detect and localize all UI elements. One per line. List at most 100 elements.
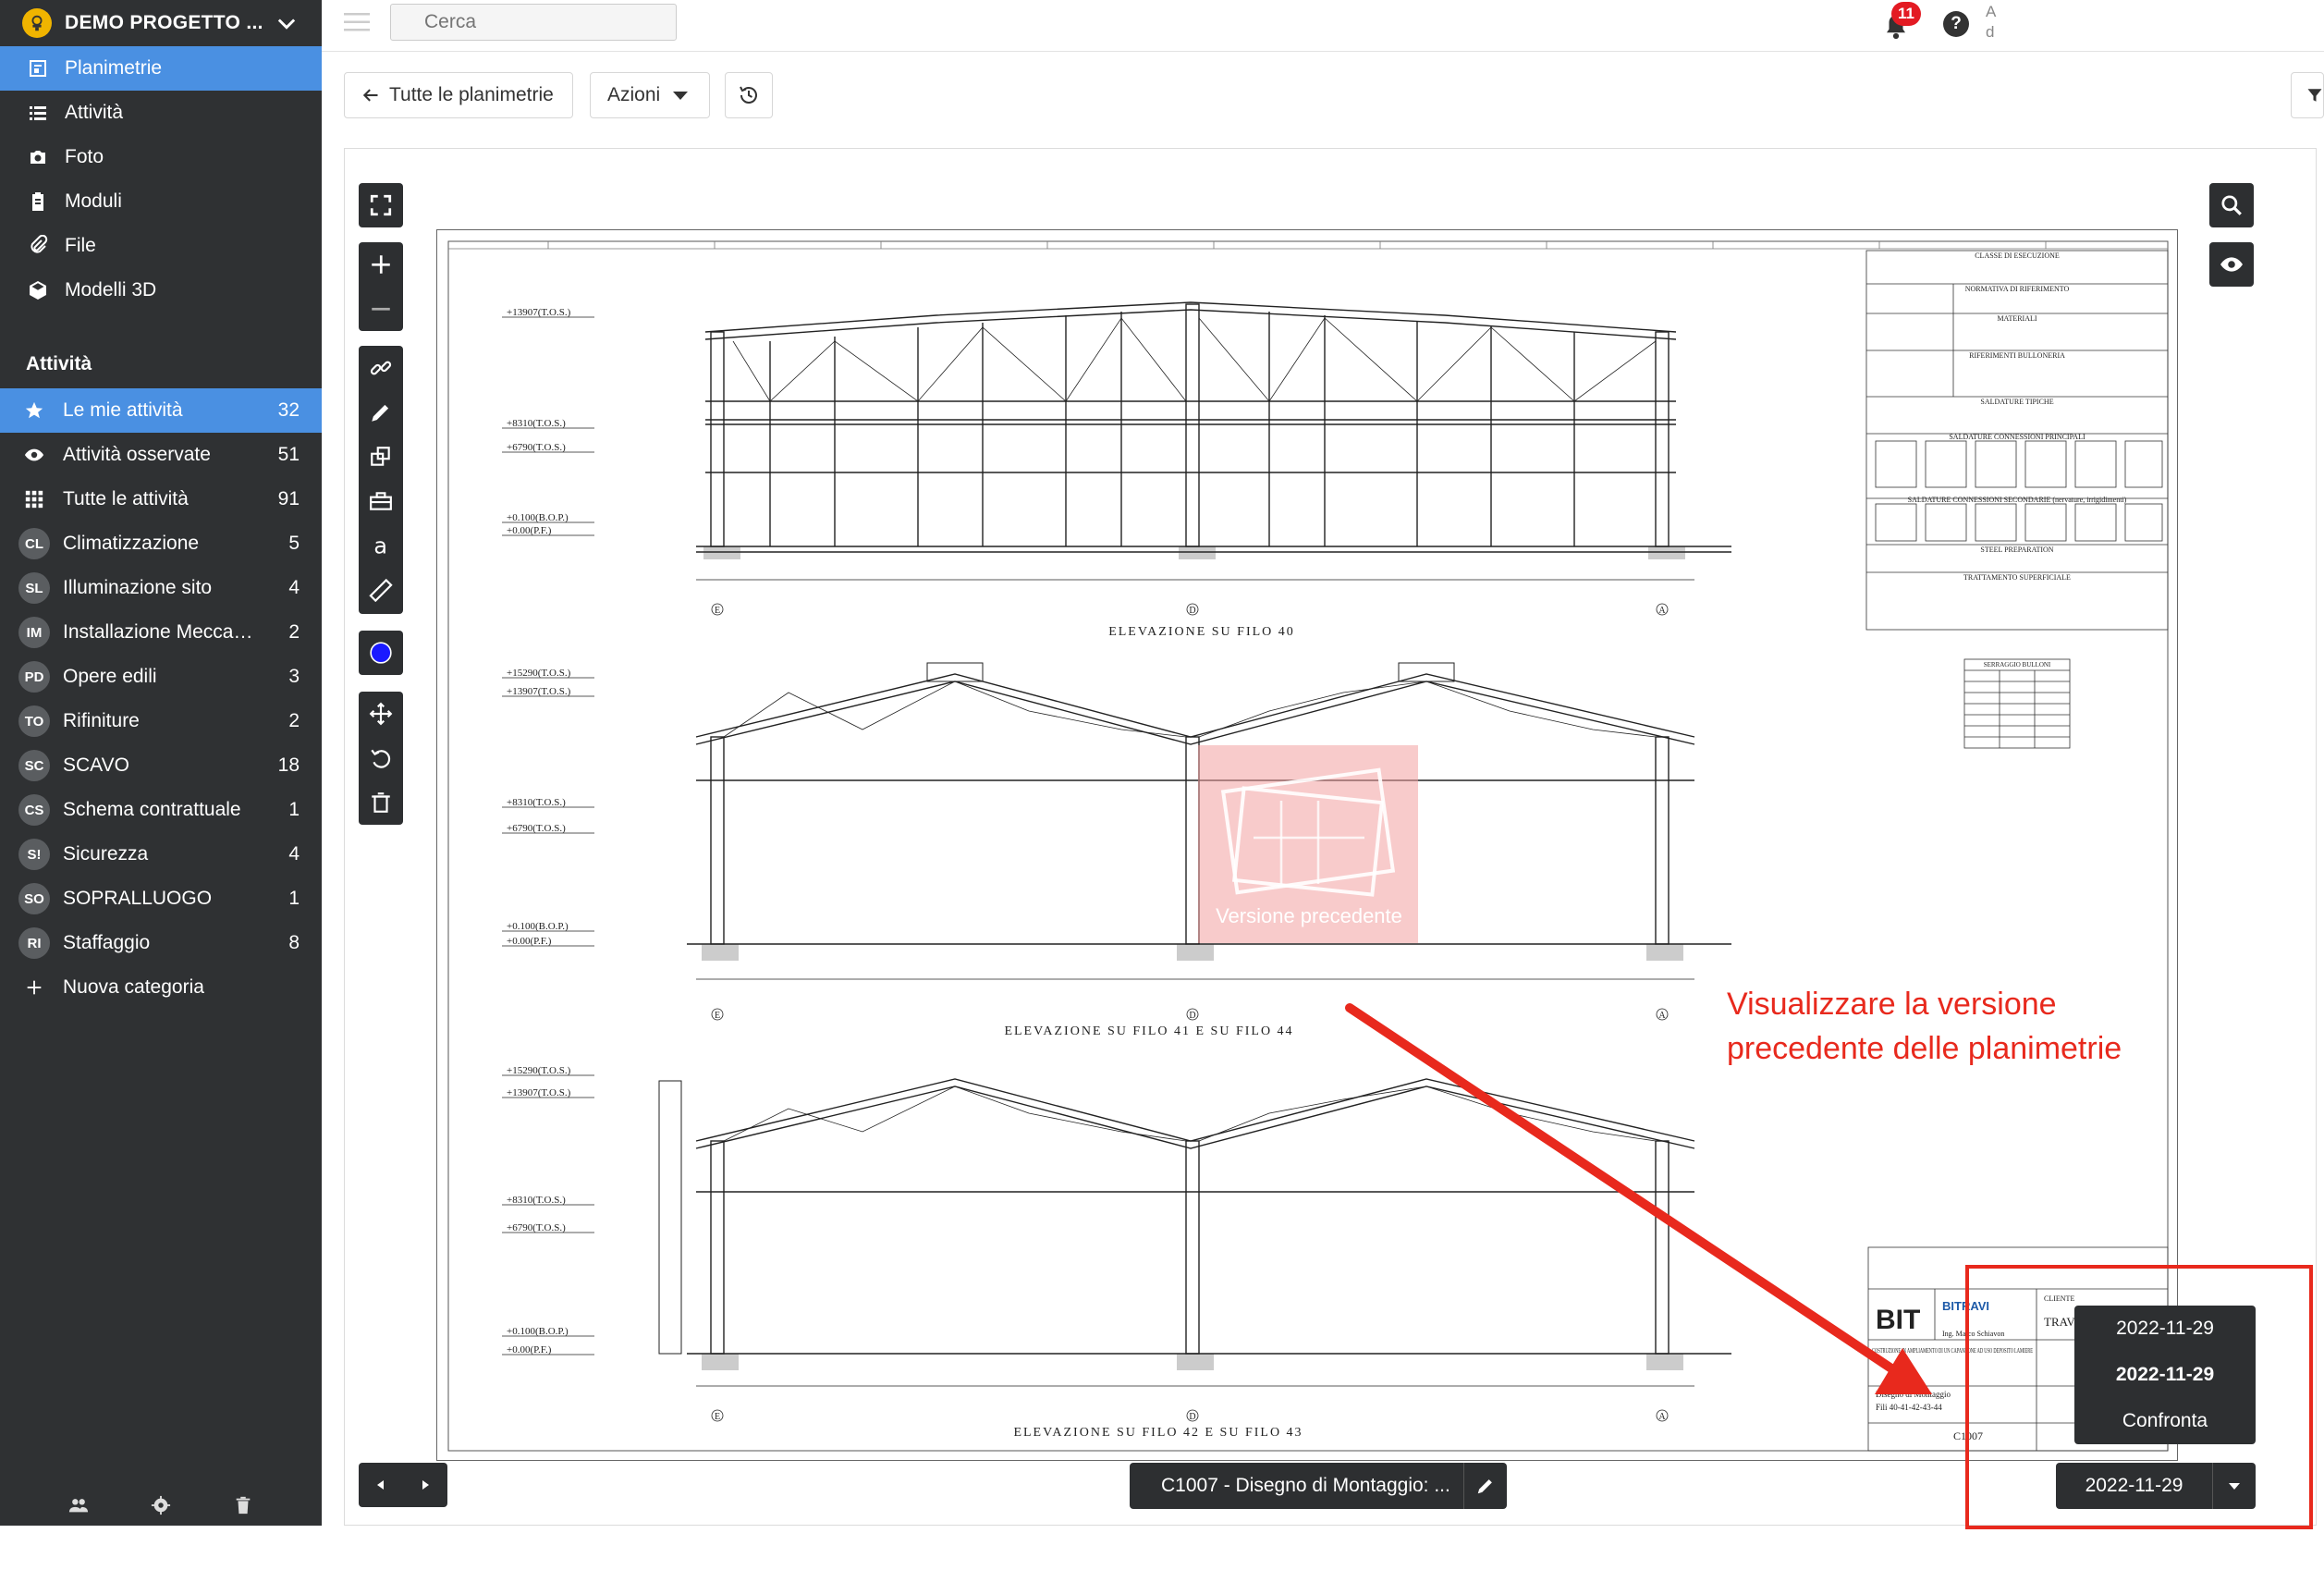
category-illuminazione-sito[interactable]: SL Illuminazione sito 4: [0, 566, 322, 610]
move-tool[interactable]: [359, 692, 403, 736]
nav-item-moduli[interactable]: Moduli: [0, 179, 322, 224]
caret-down-icon: [673, 91, 689, 100]
activity-label: Climatizzazione: [63, 533, 200, 554]
pencil-tool[interactable]: [359, 390, 403, 435]
arrow-left-icon: [362, 89, 378, 102]
chevron-down-icon[interactable]: [274, 10, 300, 36]
category-staffaggio[interactable]: RI Staffaggio 8: [0, 921, 322, 965]
filter-icon: [2307, 89, 2322, 102]
trash-icon[interactable]: [233, 1495, 253, 1515]
level-label: +0.100(B.O.P.): [507, 1326, 569, 1337]
axis-label: D: [1189, 1412, 1195, 1422]
activity-label: Staffaggio: [63, 932, 151, 953]
zoom-in-button[interactable]: [359, 242, 403, 287]
spec-header: SALDATURE CONNESSIONI SECONDARIE (nervat…: [1908, 496, 2127, 504]
activity-label: Tutte le attività: [63, 488, 189, 509]
link-tool[interactable]: [359, 346, 403, 390]
visibility-button[interactable]: [2209, 242, 2254, 287]
document-title-bar[interactable]: C1007 - Disegno di Montaggio: ...: [1130, 1463, 1507, 1509]
search-plan-button[interactable]: [2209, 183, 2254, 227]
elevation-1-hatches: [703, 546, 1685, 559]
level-label: +13907(T.O.S.): [507, 307, 571, 318]
version-menu-item[interactable]: 2022-11-29: [2074, 1306, 2256, 1352]
category-badge: SO: [18, 883, 50, 914]
color-picker-button[interactable]: [359, 631, 403, 675]
search-box[interactable]: [390, 4, 677, 41]
text-tool[interactable]: a: [359, 523, 403, 568]
activity-my-tasks[interactable]: Le mie attività 32: [0, 388, 322, 433]
activity-label: Installazione Meccani...: [63, 621, 263, 643]
activity-count: 3: [288, 666, 300, 687]
elevation-3-levels: +15290(T.O.S.) +13907(T.O.S.) +8310(T.O.…: [507, 1065, 571, 1355]
axis-label: D: [1189, 1011, 1195, 1021]
spec-table-headers: CLASSE DI ESECUZIONE NORMATIVA DI RIFERI…: [1908, 251, 2127, 582]
plus-icon: [18, 972, 50, 1003]
help-button[interactable]: ?: [1943, 11, 1969, 37]
version-menu-item-selected[interactable]: 2022-11-29: [2074, 1352, 2256, 1398]
user-menu-fragment[interactable]: A d: [1986, 2, 1996, 43]
category-installazione-meccanica[interactable]: IM Installazione Meccani... 2: [0, 610, 322, 655]
measure-tool[interactable]: [359, 568, 403, 612]
level-label: +8310(T.O.S.): [507, 418, 566, 429]
back-to-all-floorplans-button[interactable]: Tutte le planimetrie: [344, 72, 573, 118]
toolbox-tool[interactable]: [359, 479, 403, 523]
star-icon: [18, 395, 50, 426]
nav-item-label: Foto: [65, 146, 104, 167]
nav-item-label: Moduli: [65, 190, 122, 212]
nav-item-planimetrie[interactable]: Planimetrie: [0, 46, 322, 91]
color-swatch-icon: [370, 642, 392, 664]
nav-item-modelli-3d[interactable]: Modelli 3D: [0, 268, 322, 313]
project-switcher[interactable]: DEMO PROGETTO ...: [0, 0, 322, 46]
activity-watched[interactable]: Attività osservate 51: [0, 433, 322, 477]
activity-all[interactable]: Tutte le attività 91: [0, 477, 322, 521]
level-label: +15290(T.O.S.): [507, 1065, 571, 1076]
nav-item-label: Attività: [65, 102, 124, 123]
undo-tool[interactable]: [359, 736, 403, 780]
level-label: +6790(T.O.S.): [507, 442, 566, 453]
previous-page-button[interactable]: [359, 1463, 403, 1507]
plus-icon: [372, 255, 390, 274]
compare-menu-item[interactable]: Confronta: [2074, 1398, 2256, 1444]
spec-header: NORMATIVA DI RIFERIMENTO: [1965, 285, 2070, 293]
zoom-out-button[interactable]: [359, 287, 403, 331]
notification-count-badge[interactable]: 11: [1891, 2, 1921, 26]
axis-label: D: [1189, 606, 1195, 616]
sidebar: DEMO PROGETTO ... Planimetrie Attività F…: [0, 0, 322, 1526]
category-badge: CS: [18, 794, 50, 826]
delete-tool[interactable]: [359, 780, 403, 825]
caret-right-icon: [422, 1480, 429, 1490]
nav-item-attivita[interactable]: Attività: [0, 91, 322, 135]
shapes-tool[interactable]: [359, 435, 403, 479]
category-sicurezza[interactable]: S! Sicurezza 4: [0, 832, 322, 877]
zoom-controls: [359, 242, 403, 331]
history-button[interactable]: [725, 72, 773, 118]
category-rifiniture[interactable]: TO Rifiniture 2: [0, 699, 322, 743]
category-badge: CL: [18, 528, 50, 559]
activity-count: 2: [288, 621, 300, 643]
new-category-button[interactable]: Nuova categoria: [0, 965, 322, 1010]
category-opere-edili[interactable]: PD Opere edili 3: [0, 655, 322, 699]
search-input[interactable]: [424, 11, 675, 33]
page-navigation: [359, 1463, 447, 1507]
category-climatizzazione[interactable]: CL Climatizzazione 5: [0, 521, 322, 566]
activity-count: 1: [288, 799, 300, 820]
activity-count: 18: [277, 754, 300, 776]
users-icon[interactable]: [68, 1495, 89, 1515]
edit-title-button[interactable]: [1464, 1463, 1507, 1509]
version-dropdown-toggle[interactable]: [2213, 1463, 2256, 1509]
nav-item-foto[interactable]: Foto: [0, 135, 322, 179]
category-schema-contrattuale[interactable]: CS Schema contrattuale 1: [0, 788, 322, 832]
gear-icon[interactable]: [151, 1495, 171, 1515]
version-selector[interactable]: 2022-11-29: [2056, 1463, 2256, 1509]
hamburger-menu-icon[interactable]: [344, 11, 370, 33]
actions-dropdown-button[interactable]: Azioni: [590, 72, 710, 118]
filter-button[interactable]: [2291, 72, 2324, 118]
category-scavo[interactable]: SC SCAVO 18: [0, 743, 322, 788]
fullscreen-button[interactable]: [359, 183, 403, 227]
level-label: +13907(T.O.S.): [507, 686, 571, 697]
spec-header: SALDATURE CONNESSIONI PRINCIPALI: [1949, 433, 2085, 441]
category-sopralluogo[interactable]: SO SOPRALLUOGO 1: [0, 877, 322, 921]
next-page-button[interactable]: [403, 1463, 447, 1507]
elevation-1: [696, 301, 1731, 581]
nav-item-file[interactable]: File: [0, 224, 322, 268]
